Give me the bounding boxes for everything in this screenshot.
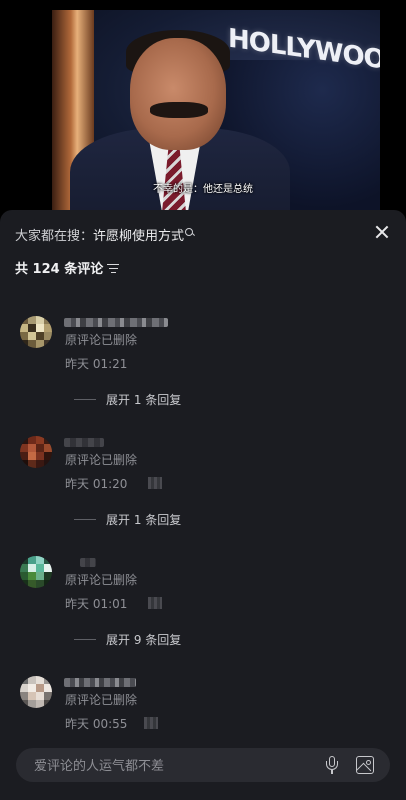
comment-text: 原评论已删除 — [65, 573, 138, 587]
comment-item: 原评论已删除 昨天 00:55 — [0, 674, 406, 744]
trending-search[interactable]: 大家都在搜： 许愿柳使用方式 — [15, 225, 194, 244]
avatar[interactable] — [20, 676, 52, 708]
username-blurred[interactable] — [64, 318, 168, 327]
person-mustache — [150, 102, 208, 118]
username-blurred[interactable] — [80, 558, 96, 567]
comment-item: 原评论已删除 昨天 01:21 展开 1 条回复 — [0, 314, 406, 410]
divider — [74, 519, 96, 520]
trending-search-term[interactable]: 许愿柳使用方式 — [93, 225, 184, 244]
image-icon[interactable] — [356, 756, 374, 774]
trending-search-prefix: 大家都在搜： — [15, 229, 94, 244]
expand-replies-label: 展开 1 条回复 — [106, 513, 182, 527]
username-blurred[interactable] — [64, 438, 104, 447]
expand-replies-button[interactable]: 展开 1 条回复 — [74, 511, 181, 528]
avatar[interactable] — [20, 436, 52, 468]
expand-replies-label: 展开 1 条回复 — [106, 393, 182, 407]
mic-icon[interactable] — [326, 756, 338, 774]
expand-replies-button[interactable]: 展开 1 条回复 — [74, 391, 181, 408]
comment-time: 昨天 01:01 — [65, 597, 128, 611]
comment-item: 原评论已删除 昨天 01:20 展开 1 条回复 — [0, 434, 406, 530]
comment-time: 昨天 01:21 — [65, 357, 128, 371]
comment-time: 昨天 00:55 — [65, 717, 128, 731]
comment-sheet: 大家都在搜： 许愿柳使用方式 共 124 条评论 原评论已删除 昨天 01:21… — [0, 210, 406, 800]
comment-time: 昨天 01:20 — [65, 477, 128, 491]
comment-count-label: 共 124 条评论 — [15, 262, 104, 277]
person-head — [130, 38, 226, 150]
expand-replies-button[interactable]: 展开 9 条回复 — [74, 631, 181, 648]
comment-input-bar — [16, 748, 390, 784]
comment-count[interactable]: 共 124 条评论 — [15, 258, 120, 277]
comment-text: 原评论已删除 — [65, 453, 138, 467]
avatar[interactable] — [20, 316, 52, 348]
comment-input[interactable] — [32, 748, 306, 784]
sort-icon[interactable] — [107, 263, 120, 273]
search-icon — [185, 227, 194, 236]
divider — [74, 639, 96, 640]
username-blurred[interactable] — [64, 678, 136, 687]
divider — [74, 399, 96, 400]
expand-replies-label: 展开 9 条回复 — [106, 633, 182, 647]
comment-text: 原评论已删除 — [65, 693, 138, 707]
location-blurred — [148, 477, 162, 489]
video-subtitle: 不幸的是：他还是总统 — [153, 184, 253, 195]
close-icon[interactable] — [372, 222, 392, 242]
comment-text: 原评论已删除 — [65, 333, 138, 347]
location-blurred — [144, 717, 158, 729]
location-blurred — [148, 597, 162, 609]
video-player[interactable]: HOLLYWOOD 不幸的是：他还是总统 — [0, 0, 406, 222]
avatar[interactable] — [20, 556, 52, 588]
comment-item: 原评论已删除 昨天 01:01 展开 9 条回复 — [0, 554, 406, 650]
